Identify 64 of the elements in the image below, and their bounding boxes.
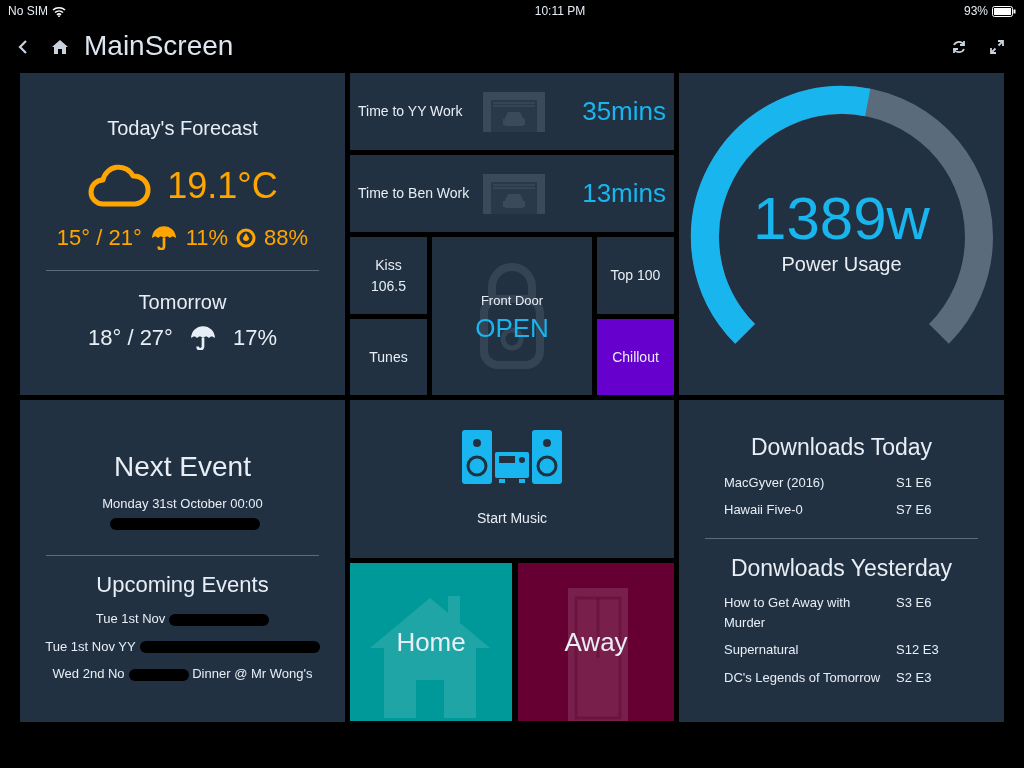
show-title: Supernatural [724,641,800,659]
station-tile[interactable]: Tunes [350,319,427,395]
commute-time: 35mins [582,95,666,128]
commute-time: 13mins [582,177,666,210]
door-label: Front Door [480,292,544,311]
stereo-icon [462,429,562,484]
next-event-title: Next Event [114,450,251,484]
commute-label: Time to YY Work [358,102,464,121]
cloud-icon [87,164,152,208]
garage-car-icon [483,91,545,132]
garage-car-icon [483,173,545,214]
episode-text: S12 E3 [896,641,939,659]
mode-label: Home [396,625,466,659]
humidity-icon [236,227,257,248]
episode-text: S2 E3 [896,668,932,687]
carrier-text: No SIM [8,3,48,20]
umbrella-icon [188,325,217,350]
show-title: Hawaii Five-0 [724,501,804,519]
clock-text: 10:11 PM [534,3,586,20]
tomorrow-title: Tomorrow [138,290,227,315]
upcoming-event-text: Dinner @ Mr Wong's [192,666,313,681]
umbrella-icon [149,225,178,250]
mode-label: Away [564,625,628,659]
upcoming-event-text: Tue 1st Nov [95,611,166,626]
commute-tile[interactable]: Time to Ben Work 13mins [350,155,674,232]
wifi-icon [52,5,66,17]
show-title: MacGyver (2016) [724,473,826,492]
temperature-range: 15° / 21° [56,224,142,252]
show-title: How to Get Away with Murder [724,594,852,632]
rain-chance: 11% [185,224,229,252]
battery-percent: 93% [963,3,988,20]
humidity-text: 88% [264,224,309,252]
upcoming-event-text: Tue 1st Nov YY [45,638,136,654]
episode-text: S1 E6 [896,473,932,492]
back-icon [18,39,28,54]
episode-text: S7 E6 [896,501,932,519]
upcoming-events-title: Upcoming Events [96,571,269,599]
music-tile[interactable]: Start Music [350,400,674,558]
show-title: DC's Legends of Tomorrow [724,668,882,687]
front-door-tile[interactable]: Front Door OPEN [432,237,592,395]
mode-button[interactable]: Away [518,563,674,721]
screen-title: MainScreen [84,29,235,63]
temperature-range: 18° / 27° [88,324,173,352]
episode-text: S3 E6 [896,594,932,612]
station-tile[interactable]: Kiss 106.5 [350,237,427,314]
commute-label: Time to Ben Work [358,184,471,203]
home-icon [52,39,68,54]
power-value: 1389w [753,189,930,249]
downloads-yesterday-title: Donwloads Yesterday [729,553,954,583]
station-tile[interactable]: Chillout [597,319,674,395]
fullscreen-icon [990,39,1004,54]
downloads-today-title: Downloads Today [749,433,934,462]
upcoming-event-text: Wed 2nd No [52,666,125,681]
music-label: Start Music [477,508,547,528]
power-label: Power Usage [781,252,902,277]
temperature-text: 19.1°C [167,164,278,208]
door-state: OPEN [475,314,549,341]
station-tile[interactable]: Top 100 [597,237,674,314]
commute-tile[interactable]: Time to YY Work 35mins [350,73,674,150]
rain-chance: 17% [232,324,277,352]
refresh-icon [952,39,966,54]
battery-icon [992,5,1016,17]
forecast-title: Today's Forecast [107,116,258,141]
next-event-text: Monday 31st October 00:00 [102,496,263,511]
